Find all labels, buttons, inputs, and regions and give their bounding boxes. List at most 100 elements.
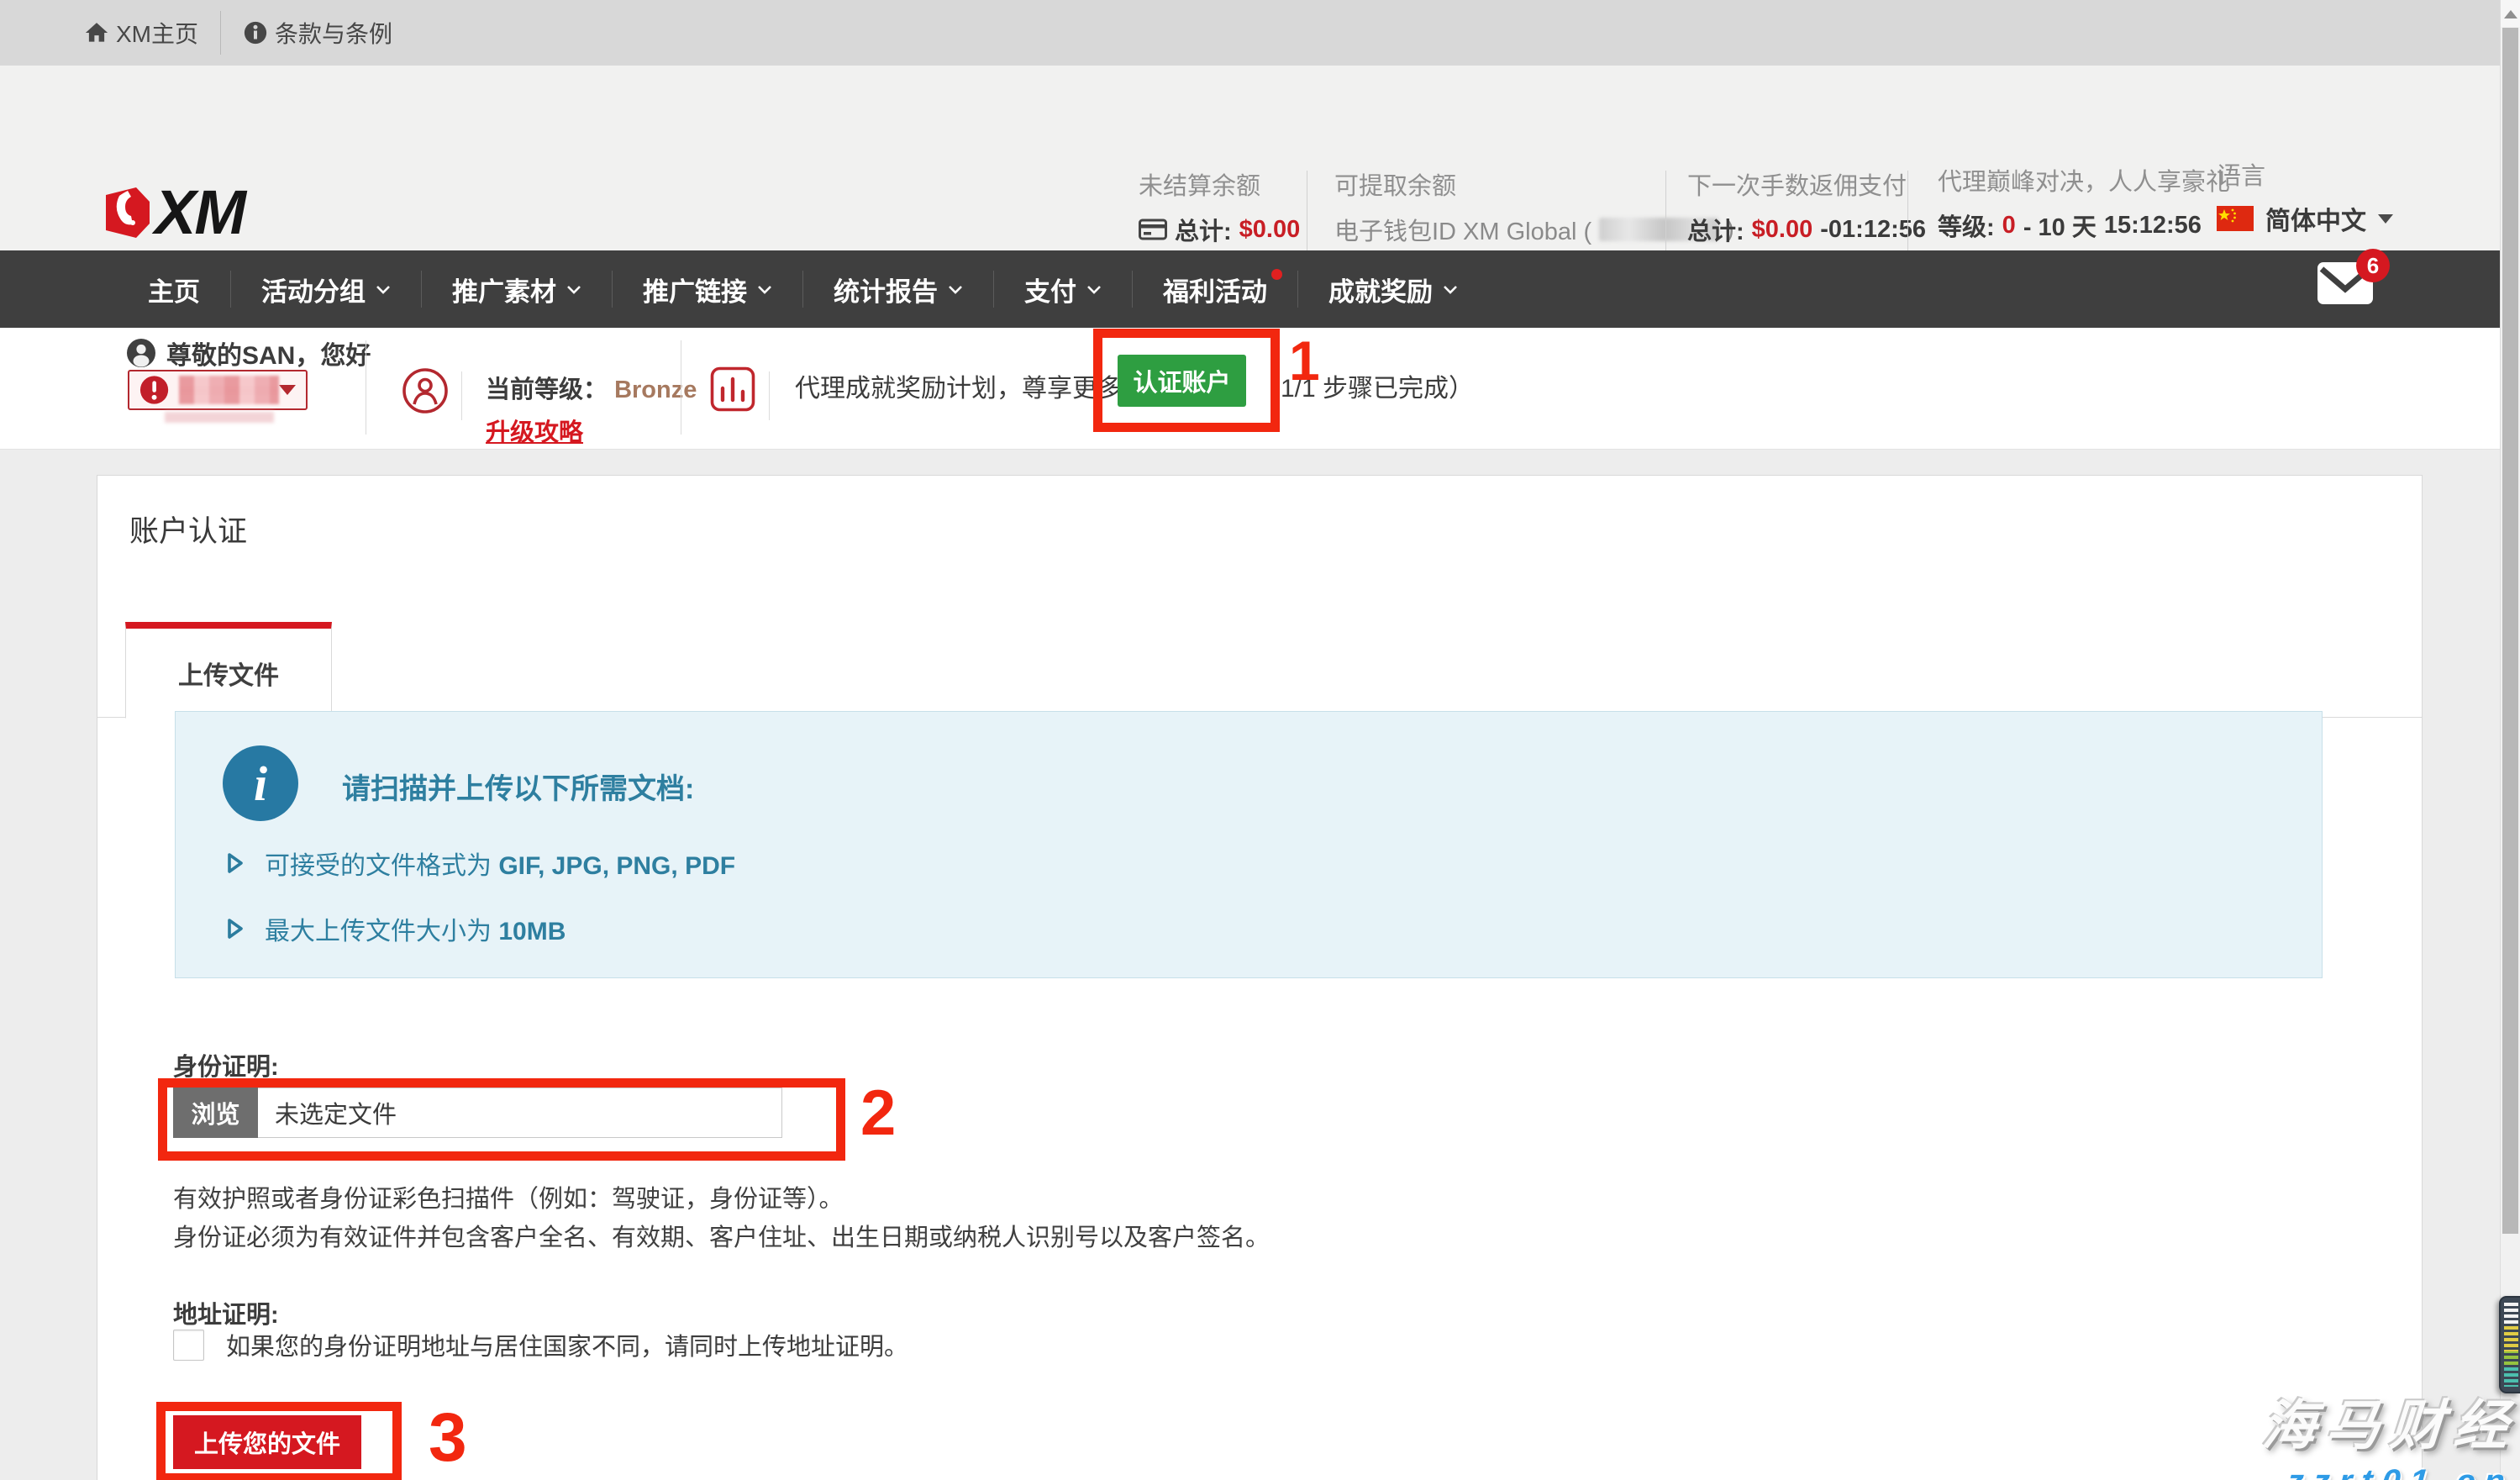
home-icon (84, 20, 109, 45)
annotation-box-3 (156, 1402, 402, 1480)
annotation-box-2 (158, 1078, 845, 1161)
topbar-home-label: XM主页 (116, 16, 198, 50)
topbar-link-terms[interactable]: 条款与条例 (243, 16, 392, 50)
address-proof-label: 地址证明: (173, 1295, 279, 1330)
redaction-artifact (165, 412, 274, 423)
unsettled-total-value: $0.00 (1239, 216, 1301, 244)
chevron-down-icon (948, 285, 963, 294)
promo-label: 代理巅峰对决，人人享豪礼 (1938, 162, 2230, 198)
chevron-down-icon (1443, 285, 1458, 294)
unsettled-label: 未结算余额 (1139, 166, 1300, 202)
nav-item-home[interactable]: 主页 (118, 250, 230, 328)
page-title: 账户认证 (129, 508, 247, 550)
nav-label: 推广素材 (452, 271, 556, 308)
language-value: 简体中文 (2265, 200, 2366, 237)
userbar-mini-separator (769, 371, 770, 420)
chevron-down-icon (1086, 285, 1102, 294)
chevron-down-icon (2378, 214, 2393, 224)
xm-logo-mark-icon (101, 186, 151, 240)
nav-item-campaign-groups[interactable]: 活动分组 (231, 250, 421, 328)
language-label: 语言 (2217, 156, 2393, 192)
side-widget-stripes-icon (2504, 1303, 2518, 1387)
account-dropdown[interactable] (128, 370, 308, 410)
instruction-item: 可接受的文件格式为 GIF, JPG, PNG, PDF (226, 845, 735, 882)
address-proof-checkbox[interactable] (173, 1330, 204, 1361)
nav-label: 福利活动 (1163, 271, 1267, 308)
next-payout-label: 下一次手数返佣支付 (1687, 166, 1927, 202)
user-icon (126, 338, 156, 368)
annotation-box-1 (1093, 329, 1280, 432)
chevron-down-icon (757, 285, 772, 294)
withdrawable-label: 可提取余额 (1334, 166, 1734, 202)
tab-upload-files[interactable]: 上传文件 (125, 622, 332, 719)
messages-button[interactable]: 6 (2317, 262, 2373, 304)
wallet-id-prefix: 电子钱包ID XM Global ( (1334, 212, 1591, 247)
page: XM主页 条款与条例 XM PARTNERS 未结算余额 (0, 0, 2520, 1480)
description-line: 身份证必须为有效证件并包含客户全名、有效期、客户住址、出生日期或纳税人识别号以及… (173, 1219, 1270, 1257)
nav-item-promo-links[interactable]: 推广链接 (613, 250, 802, 328)
instructions-heading: 请扫描并上传以下所需文档: (342, 766, 694, 807)
topbar-separator (220, 11, 221, 55)
nav-item-reports[interactable]: 统计报告 (803, 250, 993, 328)
nav-label: 推广链接 (643, 271, 747, 308)
level-block: 当前等级： Bronze 升级攻略 (486, 370, 697, 448)
messages-badge: 6 (2356, 249, 2390, 282)
promo-level-value: 0 (2002, 212, 2016, 240)
unsettled-total-label: 总计: (1175, 212, 1232, 247)
topbar-link-xm-home[interactable]: XM主页 (84, 16, 198, 50)
userbar-mini-separator (461, 371, 462, 420)
chevron-down-icon (376, 285, 391, 294)
watermark-url: zzrt01.cn (2257, 1463, 2515, 1480)
payout-total-value: $0.00 (1752, 216, 1813, 244)
address-proof-row: 如果您的身份证明地址与居住国家不同，请同时上传地址证明。 (173, 1327, 908, 1362)
header: XM PARTNERS 未结算余额 总计: $0.00 可提取余额 电子钱包ID… (0, 66, 2520, 250)
chevron-down-icon (279, 385, 296, 395)
tab-label: 上传文件 (178, 655, 279, 692)
level-value: Bronze (614, 377, 697, 403)
main-navigation: 主页 活动分组 推广素材 推广链接 统计报告 支付 福利活动 成就奖励 6 (0, 250, 2520, 328)
promo-level-rest: - 10 天 (2023, 208, 2096, 243)
browser-side-widget[interactable] (2499, 1296, 2520, 1393)
triangle-bullet-icon (226, 917, 245, 940)
upgrade-guide-link[interactable]: 升级攻略 (486, 413, 583, 448)
nav-item-achievements[interactable]: 成就奖励 (1298, 250, 1488, 328)
identity-proof-description: 有效护照或者身份证彩色扫描件（例如：驾驶证，身份证等）。 身份证必须为有效证件并… (173, 1180, 1270, 1257)
bar-chart-icon (710, 366, 755, 416)
language-selector[interactable]: 语言 简体中文 (2217, 156, 2393, 237)
watermark-brand: 海马财经 (2260, 1383, 2520, 1460)
annotation-number-2: 2 (860, 1082, 896, 1146)
vertical-scrollbar[interactable] (2500, 0, 2520, 1480)
description-line: 有效护照或者身份证彩色扫描件（例如：驾驶证，身份证等）。 (173, 1180, 1270, 1219)
level-label: 当前等级： (486, 377, 608, 403)
notification-dot (1271, 269, 1282, 280)
chevron-down-icon (566, 285, 581, 294)
instruction-item: 最大上传文件大小为 10MB (226, 910, 566, 947)
nav-item-promo-materials[interactable]: 推广素材 (422, 250, 612, 328)
nav-item-benefits[interactable]: 福利活动 (1133, 250, 1297, 328)
level-person-icon (402, 367, 449, 419)
account-verification-panel: 账户认证 上传文件 i 请扫描并上传以下所需文档: 可接受的文件格式为 GIF,… (97, 475, 2423, 1480)
identity-proof-label: 身份证明: (173, 1047, 279, 1082)
triangle-bullet-icon (226, 851, 245, 875)
tab-strip: 上传文件 (97, 622, 2422, 718)
promo-level-label: 等级: (1938, 208, 1995, 243)
watermark: 海马财经 zzrt01.cn (2257, 1383, 2520, 1480)
stat-unsettled-balance: 未结算余额 总计: $0.00 (1139, 166, 1300, 247)
card-icon (1139, 219, 1167, 240)
scrollbar-thumb[interactable] (2502, 28, 2518, 1234)
instruction-text: 可接受的文件格式为 GIF, JPG, PNG, PDF (265, 845, 735, 882)
alert-icon (139, 375, 169, 405)
promo-countdown: 15:12:56 (2104, 212, 2202, 240)
account-number-redacted (179, 376, 279, 404)
nav-label: 成就奖励 (1328, 271, 1433, 308)
logo-brand-text: XM (155, 176, 245, 248)
annotation-number-1: 1 (1289, 333, 1320, 388)
scrollbar-up-arrow[interactable] (2501, 0, 2520, 27)
nav-item-payments[interactable]: 支付 (994, 250, 1132, 328)
nav-label: 支付 (1024, 271, 1076, 308)
address-proof-text: 如果您的身份证明地址与居住国家不同，请同时上传地址证明。 (226, 1327, 908, 1362)
payout-countdown: -01:12:56 (1820, 216, 1926, 244)
annotation-number-3: 3 (429, 1404, 467, 1472)
info-icon (243, 20, 268, 45)
top-utility-bar: XM主页 条款与条例 (0, 0, 2520, 66)
